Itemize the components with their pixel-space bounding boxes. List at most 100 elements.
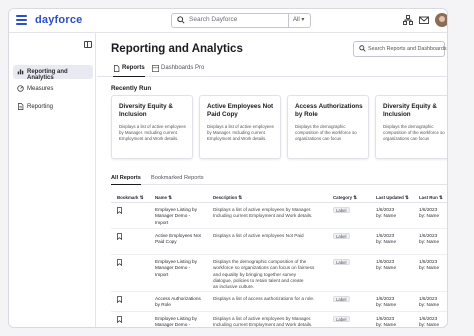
sidebar-item-reporting[interactable]: Reporting bbox=[13, 100, 93, 114]
report-description: Displays a list of active employees Not … bbox=[213, 233, 304, 239]
recent-report-card[interactable]: Active Employees Not Paid Copy Displays … bbox=[199, 95, 281, 159]
last-run-line: by: Name bbox=[419, 239, 440, 245]
search-filter-value: All bbox=[293, 17, 300, 23]
dashboard-icon bbox=[152, 65, 159, 72]
last-run: 1/6/2023 by: Name bbox=[419, 207, 439, 220]
column-label: Bookmark bbox=[117, 195, 139, 200]
table-row[interactable]: Active Employees Not Paid Copy Displays a … bbox=[111, 229, 447, 255]
column-header-last-updated[interactable]: Last Updated ⇅ bbox=[376, 195, 409, 201]
sort-icon: ⇅ bbox=[139, 195, 144, 200]
chart-icon bbox=[17, 69, 24, 75]
column-header-category[interactable]: Category ⇅ bbox=[333, 195, 357, 201]
report-description-line: an inclusive culture. bbox=[213, 284, 255, 290]
sort-icon: ⇅ bbox=[168, 195, 172, 200]
column-label: Last Run bbox=[419, 195, 438, 200]
card-title: Diversity Equity & Inclusion bbox=[119, 103, 173, 118]
search-filter-select[interactable]: All ▾ bbox=[288, 13, 310, 28]
last-updated-line: by: Name bbox=[376, 322, 397, 328]
category-badge: Label bbox=[333, 259, 350, 265]
recent-report-card[interactable]: Diversity Equity & Inclusion Displays th… bbox=[375, 95, 447, 159]
bookmark-icon[interactable] bbox=[117, 207, 122, 214]
bookmark-icon[interactable] bbox=[117, 259, 122, 266]
last-updated: 1/6/2023 by: Name bbox=[376, 296, 396, 309]
global-search-placeholder: Search Dayforce bbox=[189, 16, 238, 23]
card-description: Displays the demographic composition of … bbox=[383, 124, 445, 141]
last-updated: 1/6/2023 by: Name bbox=[376, 207, 396, 220]
chevron-down-icon: ▾ bbox=[301, 17, 305, 23]
report-name-line: Manager Demo - bbox=[155, 322, 191, 328]
sort-icon: ⇅ bbox=[353, 195, 357, 200]
last-updated: 1/6/2023 by: Name bbox=[376, 233, 396, 246]
last-updated: 1/6/2023 by: Name bbox=[376, 259, 396, 272]
report-name: Employee Listing byManager Demo -Import bbox=[155, 259, 197, 278]
search-icon bbox=[359, 45, 366, 52]
report-name-line: Import bbox=[155, 219, 169, 225]
recently-run-heading: Recently Run bbox=[111, 85, 152, 92]
global-search-input[interactable]: Search Dayforce All ▾ bbox=[171, 13, 311, 28]
card-description: Displays a list of active employees by M… bbox=[119, 124, 186, 141]
last-run: 1/6/2023 by: Name bbox=[419, 296, 439, 309]
sort-icon: ⇅ bbox=[238, 195, 243, 200]
recent-report-card[interactable]: Access Authorizations by Role Displays t… bbox=[287, 95, 369, 159]
tab-bookmarked-reports[interactable]: Bookmarked Reports bbox=[151, 175, 204, 185]
category-badge: Label bbox=[333, 233, 350, 239]
search-icon bbox=[177, 16, 185, 24]
card-description: Displays the demographic composition of … bbox=[295, 124, 357, 141]
report-name: Employee Listing byManager Demo -Import bbox=[155, 316, 197, 328]
hamburger-icon[interactable] bbox=[16, 15, 27, 25]
sidebar-item-label: Measures bbox=[27, 86, 54, 92]
recent-report-card[interactable]: Diversity Equity & Inclusion Displays a … bbox=[111, 95, 193, 159]
last-run: 1/6/2023 by: Name bbox=[419, 233, 439, 246]
column-header-name[interactable]: Name ⇅ bbox=[155, 195, 172, 201]
sidebar: Reporting and Analytics Measures Reporti… bbox=[9, 33, 96, 327]
report-description-line: Including current Employment and Work de… bbox=[213, 213, 313, 219]
org-chart-icon[interactable] bbox=[403, 15, 413, 25]
table-row[interactable]: Employee Listing byManager Demo -Import D… bbox=[111, 203, 447, 229]
tab-dashboards-pro-label: Dashboards Pro bbox=[161, 65, 205, 71]
dayforce-logo[interactable]: dayforce bbox=[35, 14, 82, 26]
report-description-line: Displays a list of access authorizations… bbox=[213, 296, 315, 301]
tab-reports[interactable]: Reports bbox=[113, 65, 145, 77]
document-icon bbox=[18, 103, 24, 110]
mail-icon[interactable] bbox=[419, 15, 429, 25]
column-header-bookmark[interactable]: Bookmark ⇅ bbox=[117, 195, 143, 201]
last-updated-line: by: Name bbox=[376, 265, 397, 271]
table-row[interactable]: Employee Listing byManager Demo -Import D… bbox=[111, 255, 447, 292]
table-header: Bookmark ⇅ Name ⇅ Description ⇅ Category… bbox=[111, 193, 447, 203]
report-description: Displays the demographic composition of … bbox=[213, 259, 314, 290]
column-header-last-run[interactable]: Last Run ⇅ bbox=[419, 195, 443, 201]
bookmark-icon[interactable] bbox=[117, 233, 122, 240]
category-badge: Label bbox=[333, 296, 350, 302]
column-label: Description bbox=[213, 195, 238, 200]
sidebar-item-measures[interactable]: Measures bbox=[13, 82, 93, 96]
table-row[interactable]: Access Authorizations by Role Displays a l… bbox=[111, 292, 447, 312]
sidebar-item-label: Reporting and Analytics bbox=[27, 69, 68, 81]
main-content: Reporting and Analytics Search Reports a… bbox=[97, 33, 447, 328]
document-icon bbox=[114, 65, 120, 72]
card-title: Access Authorizations by Role bbox=[295, 103, 363, 118]
last-run-line: by: Name bbox=[419, 322, 440, 328]
report-name: Access Authorizations by Role bbox=[155, 296, 201, 309]
bookmark-icon[interactable] bbox=[117, 296, 122, 303]
sidebar-item-reporting-and-analytics[interactable]: Reporting and Analytics bbox=[13, 65, 93, 81]
last-updated-line: by: Name bbox=[376, 213, 397, 219]
tab-dashboards-pro[interactable]: Dashboards Pro bbox=[152, 65, 204, 77]
category-badge: Label bbox=[333, 207, 350, 213]
last-updated-line: by: Name bbox=[376, 302, 397, 308]
sidebar-collapse-icon[interactable] bbox=[84, 41, 92, 48]
tab-all-reports[interactable]: All Reports bbox=[111, 175, 141, 185]
bookmark-icon[interactable] bbox=[117, 316, 122, 323]
sidebar-item-label: Reporting bbox=[27, 104, 54, 110]
report-description-line: Including current Employment and Work de… bbox=[213, 322, 313, 328]
user-avatar[interactable] bbox=[435, 13, 447, 27]
report-description-line: workforce so organizations can focus on … bbox=[213, 265, 315, 271]
column-header-description[interactable]: Description ⇅ bbox=[213, 195, 242, 201]
report-description: Displays a list of access authorizations… bbox=[213, 296, 314, 302]
report-list-tabs: All Reports Bookmarked Reports bbox=[111, 175, 447, 185]
sort-icon: ⇅ bbox=[439, 195, 443, 200]
top-bar: dayforce Search Dayforce All ▾ bbox=[9, 9, 447, 33]
report-name-line: Paid Copy bbox=[155, 239, 177, 245]
table-row[interactable]: Employee Listing byManager Demo -Import D… bbox=[111, 312, 447, 328]
report-name-line: Import bbox=[155, 271, 169, 277]
reports-search-input[interactable]: Search Reports and Dashboards bbox=[353, 41, 447, 57]
